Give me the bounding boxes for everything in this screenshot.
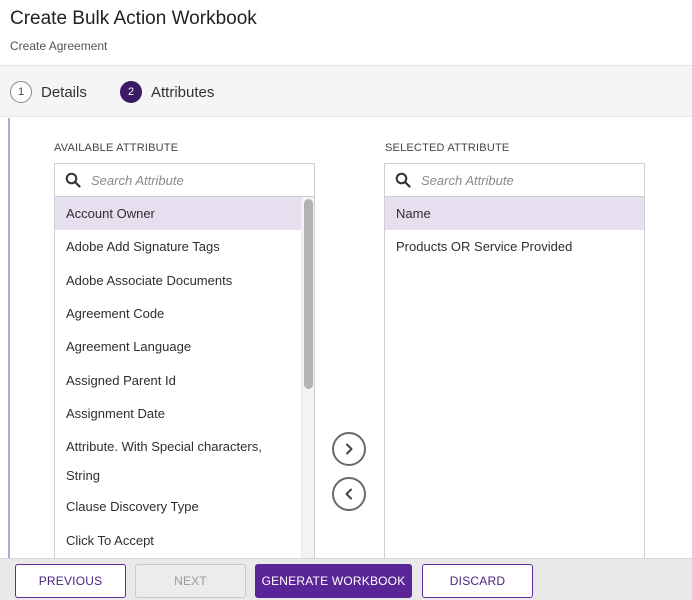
next-button[interactable]: NEXT bbox=[135, 564, 246, 598]
footer-action-bar: PREVIOUS NEXT GENERATE WORKBOOK DISCARD bbox=[0, 558, 692, 600]
generate-workbook-button[interactable]: GENERATE WORKBOOK bbox=[255, 564, 412, 598]
search-icon bbox=[65, 172, 81, 188]
list-item[interactable]: Products OR Service Provided bbox=[385, 230, 644, 263]
previous-button[interactable]: PREVIOUS bbox=[15, 564, 126, 598]
wizard-steps: 1 Details 2 Attributes bbox=[0, 67, 692, 117]
selected-search-box bbox=[385, 164, 644, 197]
step-number: 1 bbox=[10, 81, 32, 103]
available-attribute-title: AVAILABLE ATTRIBUTE bbox=[54, 142, 179, 154]
list-item[interactable]: Agreement Language bbox=[55, 330, 314, 363]
available-list-scrollbar[interactable] bbox=[301, 197, 314, 562]
selected-search-input[interactable] bbox=[421, 172, 621, 188]
page-subtitle: Create Agreement bbox=[10, 39, 108, 53]
accent-line bbox=[8, 118, 10, 558]
list-item[interactable]: Name bbox=[385, 197, 644, 231]
step-number: 2 bbox=[120, 81, 142, 103]
search-icon bbox=[395, 172, 411, 188]
step-label: Details bbox=[41, 83, 87, 101]
list-item[interactable]: Assignment Date bbox=[55, 397, 314, 430]
list-item[interactable]: Attribute. With Special characters, Stri… bbox=[55, 430, 285, 490]
page-title: Create Bulk Action Workbook bbox=[10, 8, 257, 29]
page-header: Create Bulk Action Workbook Create Agree… bbox=[0, 0, 692, 66]
chevron-right-icon bbox=[346, 443, 353, 455]
step-attributes[interactable]: 2 Attributes bbox=[120, 80, 214, 104]
list-item[interactable]: Assigned Parent Id bbox=[55, 363, 314, 396]
available-attribute-panel: Account Owner Adobe Add Signature Tags A… bbox=[54, 163, 315, 563]
selected-attribute-list: Name Products OR Service Provided bbox=[385, 197, 644, 264]
list-item[interactable]: Agreement Code bbox=[55, 297, 314, 330]
scrollbar-thumb[interactable] bbox=[304, 199, 313, 389]
chevron-left-icon bbox=[345, 488, 352, 500]
selected-attribute-panel: Name Products OR Service Provided bbox=[384, 163, 645, 563]
move-left-button[interactable] bbox=[332, 477, 366, 511]
discard-button[interactable]: DISCARD bbox=[422, 564, 533, 598]
list-item[interactable]: Clause Discovery Type bbox=[55, 490, 314, 523]
list-item[interactable]: Adobe Add Signature Tags bbox=[55, 230, 314, 263]
available-attribute-list: Account Owner Adobe Add Signature Tags A… bbox=[55, 197, 314, 562]
step-details[interactable]: 1 Details bbox=[10, 80, 87, 104]
list-item[interactable]: Adobe Associate Documents bbox=[55, 264, 314, 297]
step-label: Attributes bbox=[151, 83, 215, 101]
attribute-selector: AVAILABLE ATTRIBUTE SELECTED ATTRIBUTE A… bbox=[0, 118, 692, 563]
list-item[interactable]: Click To Accept bbox=[55, 523, 314, 556]
move-right-button[interactable] bbox=[332, 432, 366, 466]
selected-attribute-title: SELECTED ATTRIBUTE bbox=[385, 142, 510, 154]
available-search-box bbox=[55, 164, 314, 197]
list-item[interactable]: Account Owner bbox=[55, 197, 314, 231]
available-search-input[interactable] bbox=[91, 172, 291, 188]
